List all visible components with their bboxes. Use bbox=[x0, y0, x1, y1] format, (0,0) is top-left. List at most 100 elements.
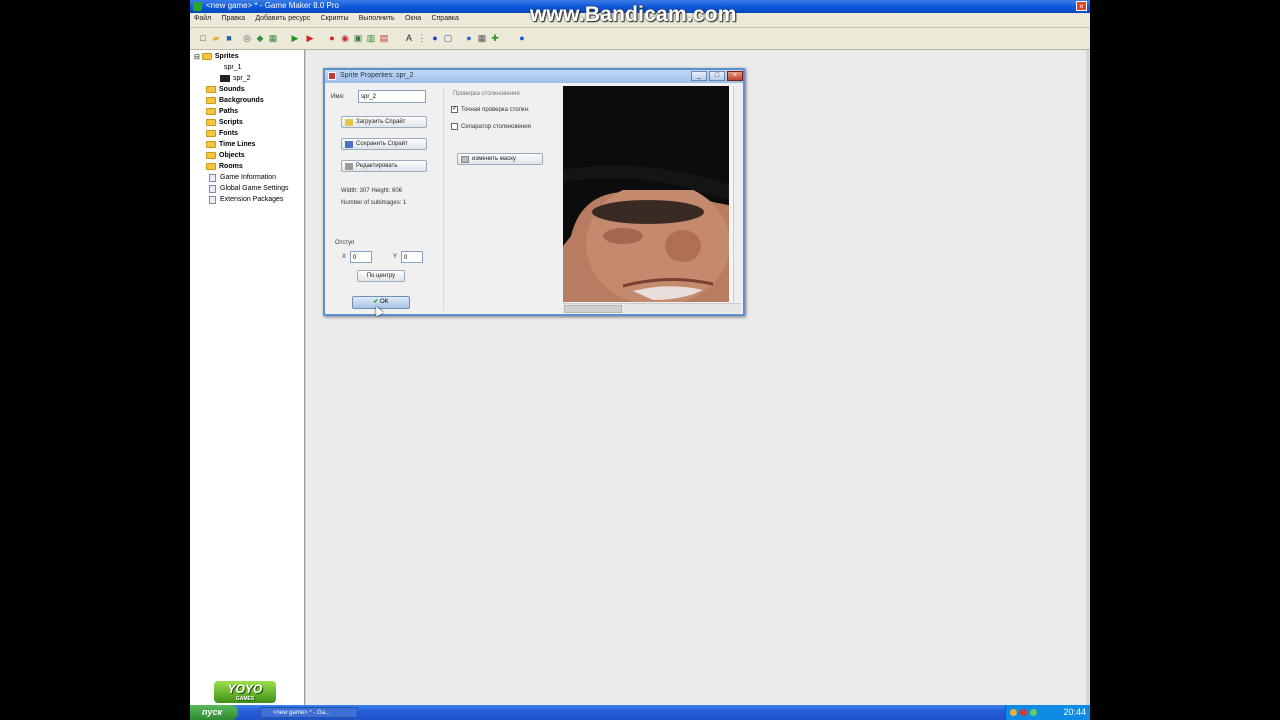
tray-icon-2[interactable] bbox=[1020, 709, 1027, 716]
sprite-preview-image bbox=[563, 86, 733, 302]
tree-label: Sprites bbox=[214, 53, 239, 60]
collapse-icon[interactable]: ⊟ bbox=[194, 53, 200, 61]
tree-label: Objects bbox=[219, 152, 245, 159]
menu-run[interactable]: Выполнить bbox=[355, 13, 399, 24]
sprite-properties-dialog: Sprite Properties: spr_2 _ □ × Имя: spr_… bbox=[323, 68, 745, 316]
sprite-icon[interactable]: ● bbox=[327, 33, 337, 43]
precise-collision-checkbox[interactable]: ✓ bbox=[451, 106, 458, 113]
dialog-title: Sprite Properties: spr_2 bbox=[340, 72, 414, 79]
document-icon bbox=[209, 173, 216, 182]
tree-folder-backgrounds[interactable]: Backgrounds bbox=[206, 95, 264, 106]
sprite-name-field[interactable]: spr_2 bbox=[358, 90, 426, 103]
tree-folder-sprites[interactable]: ⊟ Sprites bbox=[194, 51, 239, 62]
pencil-icon bbox=[345, 162, 353, 170]
settings-icon[interactable]: ▦ bbox=[477, 33, 487, 43]
tree-item-spr-1[interactable]: spr_1 bbox=[224, 62, 242, 73]
minimize-button[interactable]: _ bbox=[691, 71, 707, 81]
tree-folder-time-lines[interactable]: Time Lines bbox=[206, 139, 255, 150]
timeline-icon[interactable]: ⋮ bbox=[417, 33, 427, 43]
collision-group-title: Проверка столкновения bbox=[453, 91, 520, 97]
sprite-photo-face bbox=[563, 86, 733, 302]
subimage-count: Number of subimages: 1 bbox=[341, 200, 407, 206]
tree-item-spr-2[interactable]: spr_2 bbox=[220, 73, 251, 84]
system-tray: 20:44 bbox=[1005, 705, 1090, 720]
mask-icon bbox=[461, 155, 469, 163]
object-icon[interactable]: ● bbox=[430, 33, 440, 43]
separate-masks-label: Сепаратор столкновения bbox=[461, 124, 531, 130]
resource-tree: ⊟ Sprites spr_1 spr_2 Sounds Backgrounds… bbox=[190, 50, 305, 705]
preview-vertical-scrollbar[interactable] bbox=[733, 86, 742, 302]
menu-edit[interactable]: Правка bbox=[217, 13, 249, 24]
font-icon[interactable]: A bbox=[404, 33, 414, 43]
folder-icon bbox=[206, 119, 216, 126]
settings-document-icon bbox=[209, 184, 216, 193]
menu-file[interactable]: Файл bbox=[190, 13, 215, 24]
open-icon[interactable]: ▰ bbox=[211, 33, 221, 43]
find-icon[interactable]: ◎ bbox=[242, 33, 252, 43]
script-icon[interactable]: ▤ bbox=[379, 33, 389, 43]
tree-folder-objects[interactable]: Objects bbox=[206, 150, 245, 161]
preview-horizontal-scrollbar[interactable] bbox=[563, 303, 741, 313]
folder-icon bbox=[206, 97, 216, 104]
tray-icon-3[interactable] bbox=[1030, 709, 1037, 716]
scrollbar-thumb[interactable] bbox=[564, 305, 622, 313]
game-maker-icon bbox=[193, 2, 202, 11]
taskbar-clock: 20:44 bbox=[1063, 707, 1086, 717]
menu-scripts[interactable]: Скрипты bbox=[317, 13, 353, 24]
tree-label: Backgrounds bbox=[219, 97, 264, 104]
tree-folder-sounds[interactable]: Sounds bbox=[206, 84, 245, 95]
taskbar-game-maker-button[interactable]: <new game> * - Ga... bbox=[260, 707, 358, 718]
extension-icon[interactable]: ✚ bbox=[490, 33, 500, 43]
yoyo-games-logo: YOYO GAMES bbox=[214, 681, 276, 703]
save-icon[interactable]: ■ bbox=[224, 33, 234, 43]
start-button[interactable]: пуск bbox=[190, 705, 238, 720]
origin-x-label: X bbox=[342, 254, 347, 260]
tree-item-game-information[interactable]: Game Information bbox=[209, 172, 276, 183]
menu-add-resource[interactable]: Добавить ресурс bbox=[251, 13, 314, 24]
tree-item-extension-packages[interactable]: Extension Packages bbox=[209, 194, 283, 205]
maximize-button[interactable]: □ bbox=[709, 71, 725, 81]
tree-label: Sounds bbox=[219, 86, 245, 93]
folder-open-icon bbox=[345, 118, 353, 126]
tree-label: Scripts bbox=[219, 119, 243, 126]
background-icon[interactable]: ▣ bbox=[353, 33, 363, 43]
help-icon[interactable]: ● bbox=[517, 33, 527, 43]
dialog-close-button[interactable]: × bbox=[727, 71, 743, 81]
dialog-title-bar[interactable]: Sprite Properties: spr_2 _ □ × bbox=[325, 70, 743, 83]
save-sprite-button[interactable]: Сохранить Спрайт bbox=[341, 138, 427, 150]
origin-y-field[interactable]: 0 bbox=[401, 251, 423, 263]
modify-mask-button[interactable]: изменить маску bbox=[457, 153, 543, 165]
folder-icon bbox=[206, 152, 216, 159]
menu-windows[interactable]: Окна bbox=[401, 13, 425, 24]
edit-sprite-button[interactable]: Редактировать bbox=[341, 160, 427, 172]
tree-label: Paths bbox=[219, 108, 239, 115]
path-icon[interactable]: ▥ bbox=[366, 33, 376, 43]
run-icon[interactable]: ▶ bbox=[290, 33, 300, 43]
tree-folder-scripts[interactable]: Scripts bbox=[206, 117, 243, 128]
center-origin-button[interactable]: По центру bbox=[357, 270, 405, 282]
tree-label: Extension Packages bbox=[220, 196, 284, 203]
export-icon[interactable]: ▦ bbox=[268, 33, 278, 43]
button-label: OK bbox=[380, 299, 389, 305]
tray-icon-1[interactable] bbox=[1010, 709, 1017, 716]
folder-icon bbox=[201, 53, 212, 60]
menu-help[interactable]: Справка bbox=[427, 13, 462, 24]
origin-x-field[interactable]: 0 bbox=[350, 251, 372, 263]
new-icon[interactable]: □ bbox=[198, 33, 208, 43]
close-window-button[interactable]: × bbox=[1076, 1, 1087, 11]
debug-icon[interactable]: ▶ bbox=[305, 33, 315, 43]
tree-folder-fonts[interactable]: Fonts bbox=[206, 128, 238, 139]
workspace-scrollbar[interactable] bbox=[1086, 50, 1090, 705]
tree-folder-rooms[interactable]: Rooms bbox=[206, 161, 243, 172]
tree-folder-paths[interactable]: Paths bbox=[206, 106, 238, 117]
game-info-icon[interactable]: ● bbox=[464, 33, 474, 43]
folder-icon bbox=[206, 86, 216, 93]
folder-icon bbox=[206, 141, 216, 148]
sound-icon[interactable]: ◉ bbox=[340, 33, 350, 43]
load-sprite-button[interactable]: Загрузить Спрайт bbox=[341, 116, 427, 128]
separate-masks-checkbox[interactable] bbox=[451, 123, 458, 130]
publish-icon[interactable]: ◆ bbox=[255, 33, 265, 43]
room-icon[interactable]: ▢ bbox=[443, 33, 453, 43]
toolbar: □ ▰ ■ ◎ ◆ ▦ ▶ ▶ ● ◉ ▣ ▥ ▤ A ⋮ ● ▢ ● ▦ ✚ … bbox=[190, 28, 1090, 50]
tree-item-global-game-settings[interactable]: Global Game Settings bbox=[209, 183, 288, 194]
